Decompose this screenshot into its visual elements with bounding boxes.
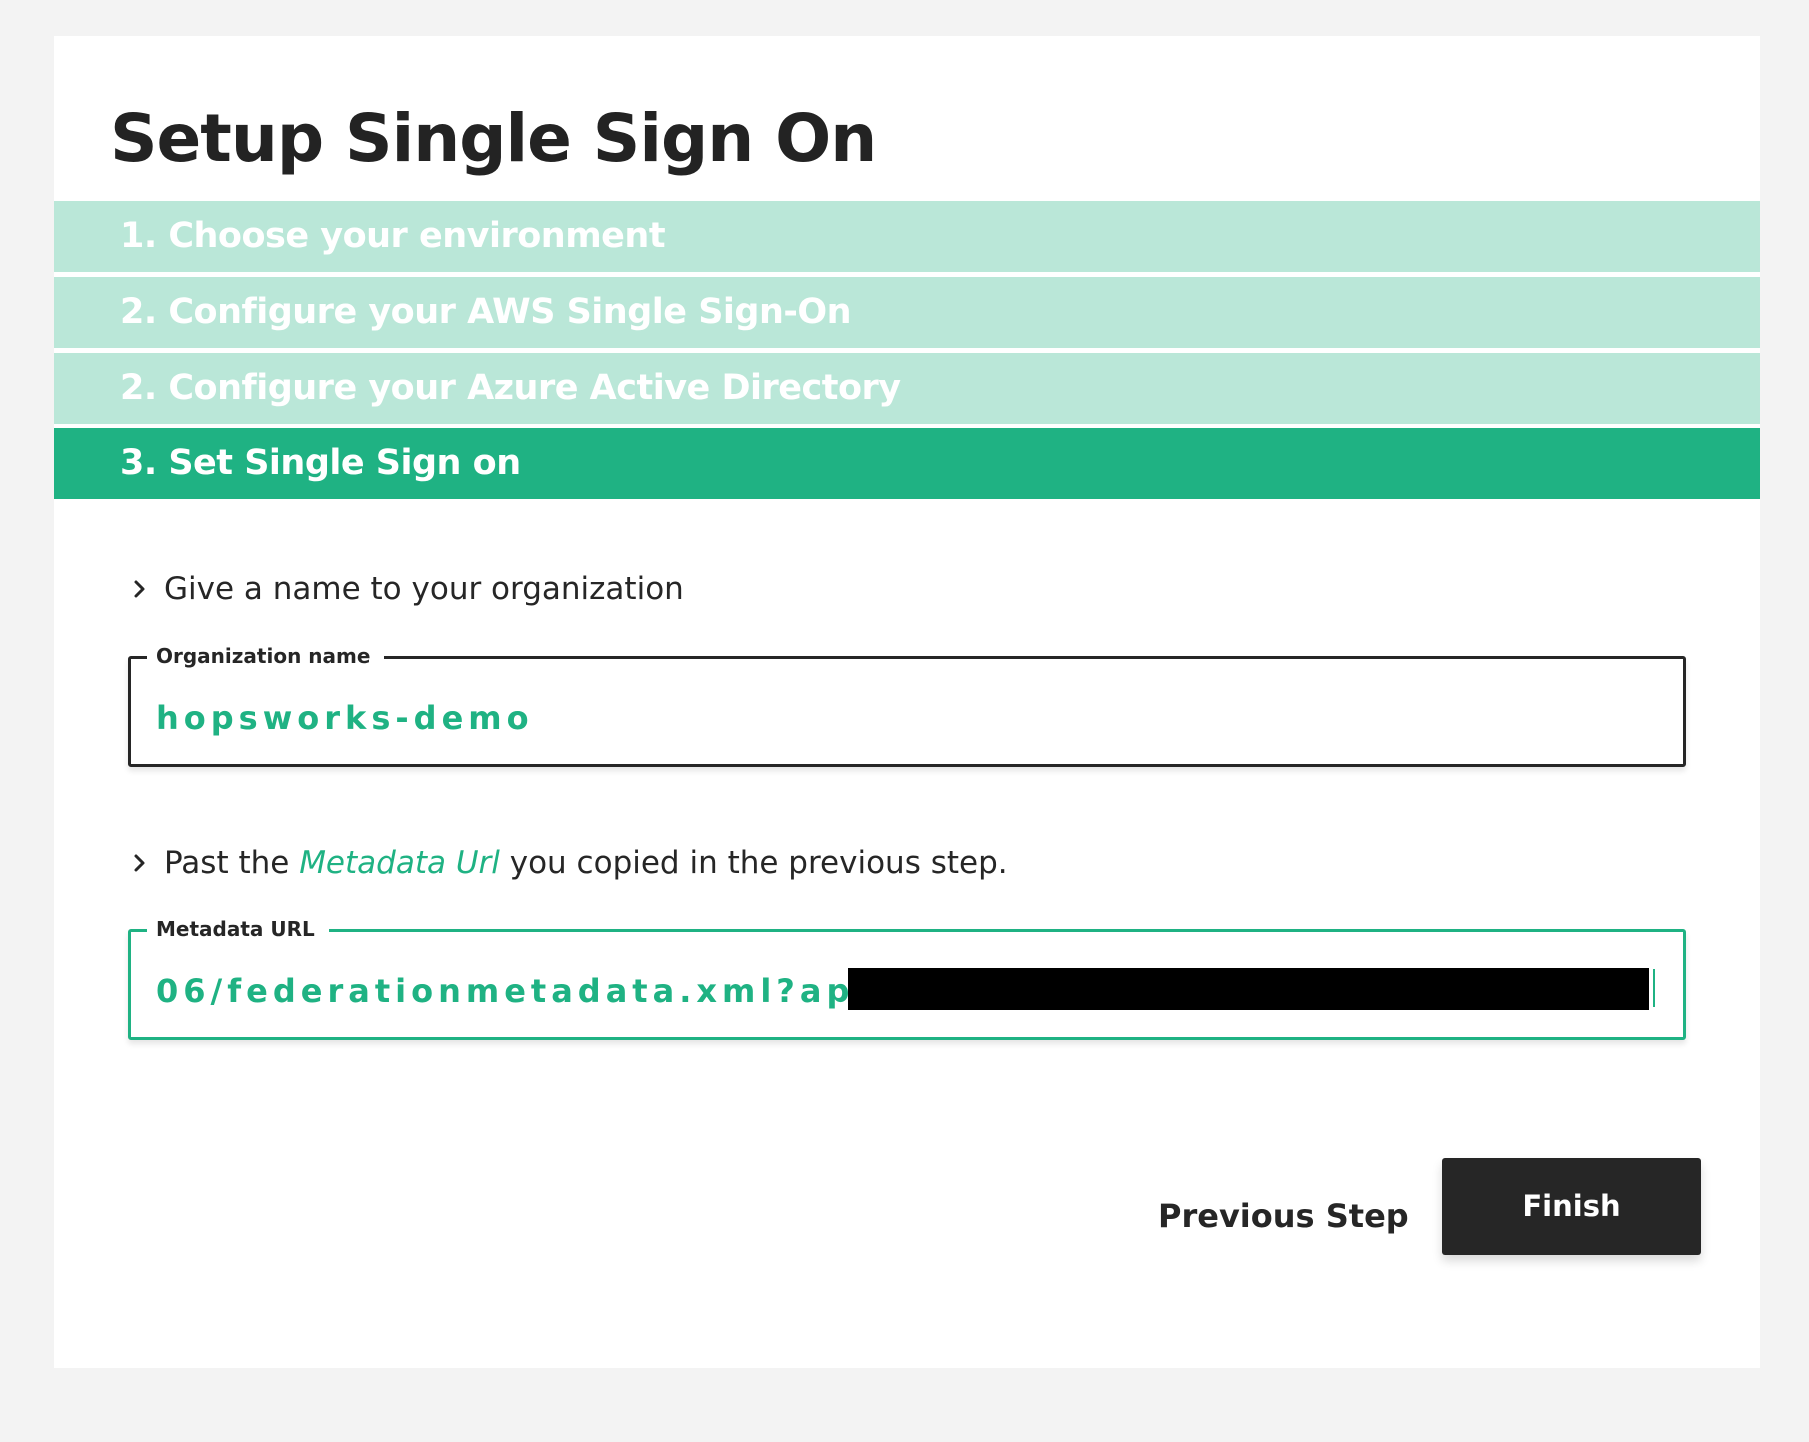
- instruction-before: Past the: [164, 845, 300, 881]
- organization-name-field[interactable]: Organization name hopsworks-demo: [128, 643, 1686, 767]
- redacted-value-block: [848, 968, 1649, 1010]
- step-configure-aws-sso[interactable]: 2. Configure your AWS Single Sign-On: [54, 277, 1760, 348]
- metadata-instruction-text: Past the Metadata Url you copied in the …: [164, 843, 1008, 883]
- metadata-url-field[interactable]: Metadata URL 06/federationmetadata.xml?a…: [128, 916, 1686, 1040]
- finish-button[interactable]: Finish: [1442, 1158, 1701, 1255]
- previous-step-button[interactable]: Previous Step: [1148, 1186, 1419, 1246]
- chevron-right-icon: [134, 580, 145, 598]
- organization-name-label: Organization name: [147, 643, 385, 669]
- step-configure-azure-ad[interactable]: 2. Configure your Azure Active Directory: [54, 353, 1760, 424]
- org-instruction-text: Give a name to your organization: [164, 571, 684, 607]
- metadata-url-label: Metadata URL: [147, 916, 329, 942]
- chevron-right-icon: [134, 854, 145, 872]
- text-cursor: [1653, 969, 1655, 1007]
- metadata-url-highlight: Metadata Url: [299, 845, 500, 881]
- step-choose-environment[interactable]: 1. Choose your environment: [54, 201, 1760, 272]
- step-set-single-sign-on[interactable]: 3. Set Single Sign on: [54, 428, 1760, 499]
- organization-name-value[interactable]: hopsworks-demo: [156, 698, 534, 738]
- setup-card: Setup Single Sign On 1. Choose your envi…: [54, 36, 1760, 1368]
- instruction-after: you copied in the previous step.: [499, 845, 1008, 881]
- page-title: Setup Single Sign On: [110, 100, 877, 177]
